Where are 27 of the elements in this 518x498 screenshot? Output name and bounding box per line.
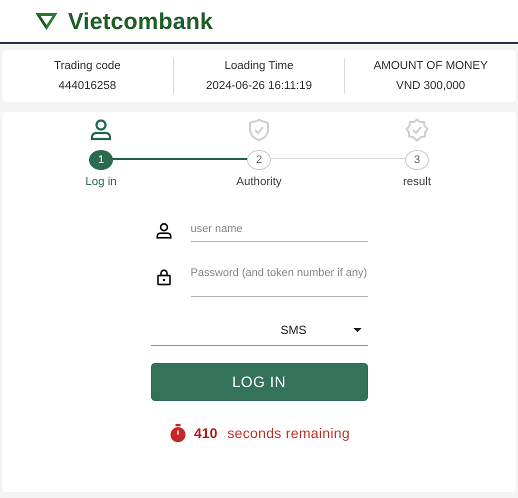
person-icon [89,118,113,142]
password-field[interactable]: Password (and token number if any) [190,266,368,297]
info-value: 444016258 [58,80,116,92]
timer-text: seconds remaining [227,425,350,441]
caret-icon [352,328,362,332]
step-number: 1 [89,150,113,170]
seconds-count: 410 [194,425,218,441]
info-value: 2024-06-26 16:11:19 [206,80,312,92]
step-label: Log in [85,176,117,188]
step-label: Authority [236,176,282,188]
info-label: Loading Time [224,60,294,72]
badge-check-icon [405,118,429,142]
stopwatch-icon [168,423,188,443]
shield-check-icon [247,118,271,142]
info-value: VND 300,000 [396,80,466,92]
login-button[interactable]: LOG IN [150,363,368,401]
logo-icon [34,11,59,31]
step-number: 2 [247,150,271,170]
info-label: Trading code [54,60,121,72]
username-field[interactable]: user name [190,220,368,242]
method-dropdown[interactable]: SMS [150,323,368,346]
step-number: 3 [405,150,429,170]
lock-icon [154,268,172,286]
user-icon [154,222,172,240]
step-label: result [402,176,432,188]
brand-name: Vietcombank [68,8,213,34]
info-label: AMOUNT OF MONEY [374,60,488,72]
